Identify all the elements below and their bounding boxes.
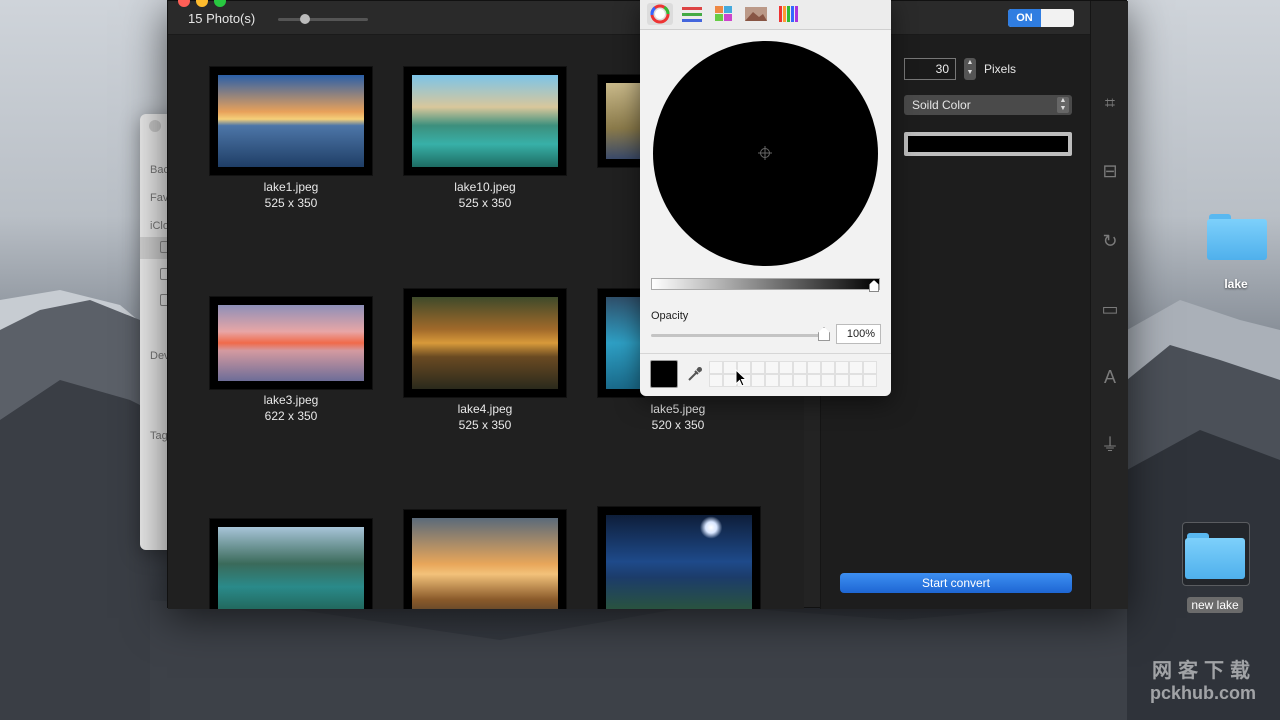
color-picker-panel: Opacity 100% — [640, 0, 891, 396]
close-button[interactable] — [178, 0, 190, 7]
watermark-en: pckhub.com — [1149, 683, 1256, 703]
photo-thumbnail[interactable] — [404, 510, 566, 609]
border-color-well[interactable] — [904, 132, 1072, 156]
desktop-folder-lake-label[interactable]: lake — [1196, 277, 1276, 291]
sliders-icon — [682, 7, 702, 22]
crosshair-icon — [758, 146, 772, 160]
opacity-input[interactable]: 100% — [836, 324, 881, 344]
border-color-swatch — [908, 136, 1068, 152]
rotate-icon[interactable]: ↻ — [1100, 231, 1120, 251]
crop-icon[interactable]: ⌗ — [1100, 93, 1120, 113]
size-unit-label: Pixels — [984, 62, 1017, 76]
opacity-slider[interactable] — [651, 334, 826, 337]
folder-icon[interactable] — [1207, 214, 1267, 260]
eyedropper-icon[interactable] — [686, 365, 704, 383]
stamp-icon[interactable]: ⏚ — [1100, 435, 1120, 455]
photo-thumbnail-partial[interactable] — [598, 75, 644, 167]
resize-icon[interactable]: ⊟ — [1100, 161, 1120, 181]
brightness-slider[interactable] — [651, 278, 880, 290]
photo-dims: 525 x 350 — [458, 196, 512, 210]
image-palette-icon — [745, 7, 767, 21]
photo-thumbnail-lake5[interactable] — [598, 289, 644, 397]
finder-tags-label: Tag — [150, 430, 168, 442]
photo-name: lake4.jpeg — [457, 402, 513, 416]
photo-name: lake5.jpeg — [650, 402, 706, 416]
finder-favorites-label: Fav — [150, 192, 169, 204]
photo-dims: 525 x 350 — [264, 196, 318, 210]
watermark-cn: 网客下载 — [1152, 660, 1256, 682]
border-size-stepper[interactable]: ▲ ▼ — [964, 58, 976, 80]
photo-dims: 525 x 350 — [458, 418, 512, 432]
tab-image-palettes[interactable] — [743, 3, 769, 25]
thumbnail-size-slider[interactable] — [278, 18, 368, 21]
palette-icon — [715, 6, 732, 21]
picker-mode-tabs — [640, 0, 891, 30]
finder-close-button[interactable] — [149, 120, 161, 132]
tab-color-palettes[interactable] — [711, 3, 737, 25]
mouse-cursor-icon — [735, 369, 747, 387]
tab-crayons[interactable] — [775, 3, 801, 25]
border-icon[interactable]: ▭ — [1100, 299, 1120, 319]
photo-thumbnail-lake1[interactable] — [210, 67, 372, 175]
photo-thumbnail-lake4[interactable] — [404, 289, 566, 397]
crayons-icon — [779, 6, 798, 22]
zoom-button[interactable] — [214, 0, 226, 7]
photo-thumbnail-lake3[interactable] — [210, 297, 372, 389]
opacity-knob[interactable] — [818, 327, 830, 341]
toggle-on-label: ON — [1008, 9, 1041, 27]
photo-count: 15 Photo(s) — [188, 11, 256, 26]
photo-name: lake10.jpeg — [454, 180, 516, 194]
photo-dims: 622 x 350 — [264, 409, 318, 423]
thumbnail-size-knob[interactable] — [300, 14, 310, 24]
photo-name: lake3.jpeg — [263, 393, 319, 407]
border-size-input[interactable]: 30 — [904, 58, 956, 80]
photo-thumbnail[interactable] — [598, 507, 760, 609]
divider — [640, 353, 891, 354]
photo-dims: 520 x 350 — [651, 418, 705, 432]
site-watermark: 网客下载 pckhub.com — [1150, 654, 1256, 704]
folder-icon[interactable] — [1185, 533, 1245, 579]
fill-type-value: Soild Color — [912, 98, 971, 112]
color-wheel-icon — [650, 4, 670, 24]
tab-color-wheel[interactable] — [647, 3, 673, 25]
text-watermark-icon[interactable]: A — [1100, 367, 1120, 387]
photo-name: lake1.jpeg — [263, 180, 319, 194]
current-color-swatch[interactable] — [650, 360, 678, 388]
photo-thumbnail-lake10[interactable] — [404, 67, 566, 175]
border-toggle[interactable]: ON — [1008, 9, 1074, 27]
tab-color-sliders[interactable] — [679, 3, 705, 25]
tool-sidebar: ⌗ ⊟ ↻ ▭ A ⏚ — [1090, 1, 1128, 609]
chevron-updown-icon: ▲ ▼ — [1057, 97, 1069, 113]
fill-type-select[interactable]: Soild Color ▲ ▼ — [904, 95, 1072, 115]
desktop-folder-new-lake-label[interactable]: new lake — [1187, 597, 1243, 613]
photo-thumbnail[interactable] — [210, 519, 372, 609]
opacity-label: Opacity — [651, 310, 689, 322]
start-convert-button[interactable]: Start convert — [840, 573, 1072, 593]
minimize-button[interactable] — [196, 0, 208, 7]
